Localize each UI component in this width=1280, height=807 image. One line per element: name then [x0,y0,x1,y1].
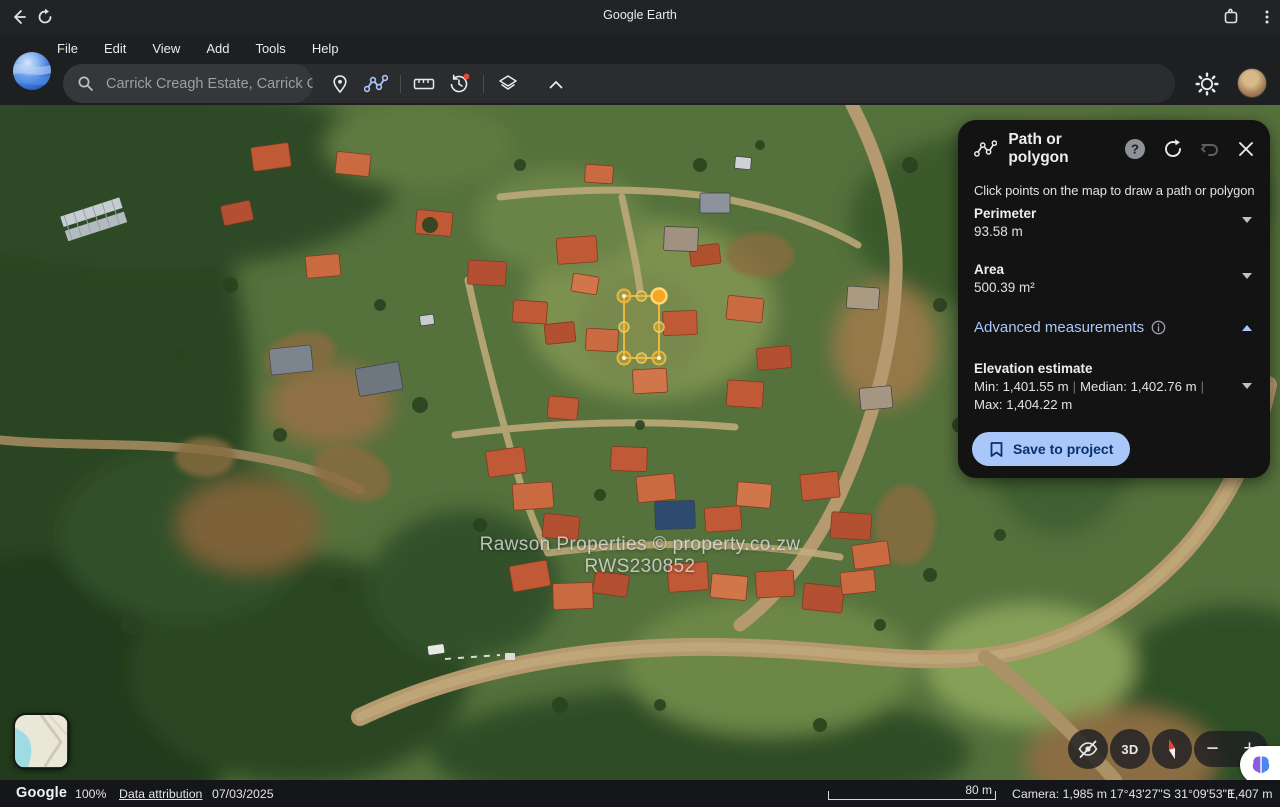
perimeter-label: Perimeter [974,206,1036,221]
pegman-unavailable-button[interactable] [1068,729,1108,769]
search-input[interactable]: Carrick Creagh Estate, Carrick C [63,64,313,103]
brain-icon [1250,754,1272,776]
area-value: 500.39 m² [974,280,1035,295]
toggle-3d-button[interactable]: 3D [1110,729,1150,769]
extensions-icon[interactable] [1222,8,1240,26]
panel-header: Path or polygon ? [974,136,1256,162]
info-icon [1151,320,1166,335]
perimeter-unit-dropdown[interactable] [1242,217,1252,223]
help-icon[interactable]: ? [1123,137,1147,161]
kebab-menu-icon[interactable] [1258,8,1276,26]
advanced-collapse-chevron[interactable] [1242,325,1252,331]
extension-overlay-button[interactable] [1240,746,1280,780]
path-polygon-panel: Path or polygon ? Click poin [958,120,1270,478]
bookmark-icon [989,441,1004,458]
area-label: Area [974,262,1004,277]
app-header: File Edit View Add Tools Help Carrick Cr… [0,33,1280,105]
perimeter-value: 93.58 m [974,224,1023,239]
active-vertex [652,289,667,304]
browser-tab-title: Google Earth [0,8,1280,22]
status-bar: Google 100% Data attribution 07/03/2025 … [0,780,1280,807]
compass-button[interactable] [1152,729,1192,769]
cursor-elevation: 1,407 m [1228,787,1272,801]
menu-tools[interactable]: Tools [255,41,285,56]
advanced-measurements-toggle[interactable]: Advanced measurements [974,319,1166,336]
menu-view[interactable]: View [152,41,180,56]
undo-icon[interactable] [1199,138,1221,160]
panel-title: Path or polygon [1008,131,1123,167]
search-icon [77,75,94,92]
save-to-project-button[interactable]: Save to project [972,432,1130,466]
data-attribution-link[interactable]: Data attribution [119,787,202,801]
imagery-zoom-level: 100% [75,787,106,801]
map-scale-label: 80 m [965,783,992,797]
menu-file[interactable]: File [57,41,78,56]
imagery-date: 07/03/2025 [212,787,274,801]
search-placeholder: Carrick Creagh Estate, Carrick C [106,76,313,92]
toolbar-divider [483,75,484,93]
restart-icon[interactable] [1162,138,1184,160]
google-logo: Google [16,785,67,801]
path-polygon-icon [974,140,997,158]
google-earth-app: Google Earth File Edit View Add Tools [0,0,1280,807]
collapse-toolbar-icon[interactable] [543,71,569,97]
elevation-line-1: Min: 1,401.55 m|Median: 1,402.76 m| [974,379,1208,394]
panel-hint: Click points on the map to draw a path o… [974,183,1260,198]
browser-titlebar: Google Earth [0,0,1280,33]
cursor-coordinates: 17°43'27"S 31°09'53"E [1110,787,1235,801]
menu-bar: File Edit View Add Tools Help [57,41,339,56]
ruler-icon[interactable] [411,71,437,97]
map-scale-bar: 80 m [828,791,996,800]
google-earth-logo [13,52,51,90]
location-pin-icon[interactable] [327,71,353,97]
elevation-label: Elevation estimate [974,361,1093,376]
historical-imagery-icon[interactable] [446,71,472,97]
path-polygon-icon[interactable] [363,71,389,97]
map-style-thumbnail[interactable] [13,713,70,770]
zoom-out-button[interactable]: − [1206,738,1218,759]
eye-off-icon [1077,738,1099,760]
account-avatar[interactable] [1237,68,1267,98]
map-watermark: Rawson Properties © property.co.zw RWS23… [0,534,1280,578]
toolbar: Carrick Creagh Estate, Carrick C [63,64,1175,103]
toolbar-divider [400,75,401,93]
svg-text:?: ? [1131,142,1139,157]
menu-edit[interactable]: Edit [104,41,126,56]
menu-help[interactable]: Help [312,41,339,56]
area-unit-dropdown[interactable] [1242,273,1252,279]
menu-add[interactable]: Add [206,41,229,56]
close-icon[interactable] [1236,139,1256,159]
layers-icon[interactable] [495,71,521,97]
elevation-unit-dropdown[interactable] [1242,383,1252,389]
compass-needle-icon [1160,737,1184,761]
camera-altitude: Camera: 1,985 m [1012,787,1107,801]
settings-gear-icon[interactable] [1194,71,1220,97]
elevation-line-2: Max: 1,404.22 m [974,397,1072,412]
